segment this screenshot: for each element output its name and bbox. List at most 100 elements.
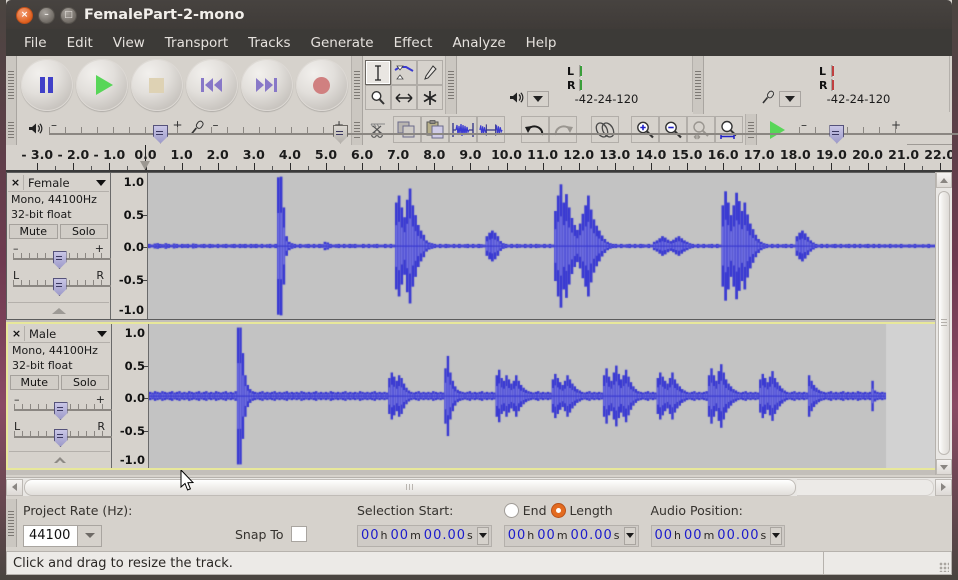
fit-selection-button[interactable]	[687, 116, 715, 143]
menu-effect[interactable]: Effect	[384, 32, 443, 54]
output-volume-thumb[interactable]	[153, 124, 169, 144]
copy-button[interactable]	[393, 116, 421, 143]
length-radio[interactable]	[550, 503, 566, 518]
gain-thumb[interactable]	[52, 251, 67, 269]
playback-speed-thumb[interactable]	[829, 124, 845, 144]
vertical-ruler-male[interactable]: 1.0 0.5 0.0 -0.5 -1.0	[112, 324, 149, 468]
trim-audio-button[interactable]	[449, 116, 477, 143]
redo-button[interactable]	[549, 116, 577, 143]
menu-edit[interactable]: Edit	[57, 32, 103, 54]
silence-audio-button[interactable]	[477, 116, 505, 143]
output-device-dropdown[interactable]	[526, 90, 549, 107]
input-volume-slider[interactable]: – +	[209, 118, 958, 144]
close-track-button[interactable]: ×	[9, 326, 25, 341]
fit-project-button[interactable]	[715, 116, 743, 143]
vertical-ruler-female[interactable]: 1.0 0.5 0.0 -0.5 -1.0	[111, 173, 148, 319]
pause-button[interactable]	[20, 59, 73, 111]
scroll-up-button[interactable]	[936, 172, 952, 188]
pan-slider[interactable]: L R	[12, 420, 949, 447]
input-meter-toolbar[interactable]: L R -42 -24 -12 0	[704, 56, 950, 112]
stop-button[interactable]	[130, 59, 183, 111]
solo-button[interactable]: Solo	[59, 224, 108, 239]
envelope-tool-button[interactable]	[391, 60, 417, 85]
gain-slider[interactable]: – +	[12, 393, 949, 420]
pos-format-dropdown[interactable]	[770, 526, 783, 545]
timeline-ruler[interactable]: - 3.0- 2.0- 1.00.01.02.03.04.05.06.07.08…	[6, 145, 952, 172]
playback-speed-slider[interactable]: – +	[797, 118, 958, 144]
selection-length-field[interactable]: 00 h 00 m 00.00 s	[503, 524, 639, 547]
menu-transport[interactable]: Transport	[155, 32, 238, 54]
menu-file[interactable]: File	[14, 32, 57, 54]
maximize-window-button[interactable]: □	[60, 7, 77, 24]
vertical-scroll-thumb[interactable]	[938, 191, 950, 455]
vertical-scrollbar[interactable]	[935, 172, 952, 475]
output-meter-toolbar[interactable]: L R -42 -24 -12 0	[457, 56, 693, 112]
end-radio[interactable]	[503, 503, 519, 518]
skip-to-end-button[interactable]	[240, 59, 293, 111]
scroll-down-button[interactable]	[936, 459, 952, 475]
zoom-out-button[interactable]	[659, 116, 687, 143]
meter-output-toolbar-grabber[interactable]	[446, 56, 457, 114]
play-at-speed-button[interactable]	[759, 116, 793, 143]
skip-to-start-button[interactable]	[185, 59, 238, 111]
waveform-female[interactable]	[148, 173, 940, 319]
mixer-toolbar-grabber[interactable]	[6, 114, 17, 145]
menu-analyze[interactable]: Analyze	[442, 32, 515, 54]
paste-button[interactable]	[421, 116, 449, 143]
zoom-tool-button[interactable]	[365, 85, 391, 110]
draw-tool-button[interactable]	[417, 60, 443, 85]
track-collapse-handle-female[interactable]	[8, 302, 109, 318]
horizontal-scroll-thumb[interactable]	[24, 478, 796, 496]
sel-len-format-dropdown[interactable]	[623, 526, 636, 545]
menu-tracks[interactable]: Tracks	[238, 32, 300, 54]
gain-slider[interactable]: – +	[11, 242, 948, 269]
horizontal-scrollbar[interactable]	[6, 477, 952, 496]
pan-slider[interactable]: L R	[11, 269, 948, 296]
timeshift-tool-button[interactable]	[391, 85, 417, 110]
pan-thumb[interactable]	[53, 429, 68, 447]
sync-lock-button[interactable]	[591, 116, 619, 143]
track-female[interactable]: × Female Mono, 44100Hz 32-bit float Mute…	[6, 172, 948, 320]
zoom-in-button[interactable]	[631, 116, 659, 143]
close-track-button[interactable]: ×	[8, 175, 24, 190]
menu-view[interactable]: View	[103, 32, 155, 54]
selection-toolbar-grabber[interactable]	[6, 499, 17, 547]
project-rate-dropdown[interactable]	[78, 524, 102, 547]
undo-button[interactable]	[521, 116, 549, 143]
cut-button[interactable]	[365, 116, 393, 143]
horizontal-scroll-track[interactable]	[797, 478, 934, 496]
solo-button[interactable]: Solo	[60, 375, 109, 390]
mute-button[interactable]: Mute	[9, 224, 58, 239]
gain-thumb[interactable]	[53, 402, 68, 420]
menu-help[interactable]: Help	[516, 32, 567, 54]
sel-start-format-dropdown[interactable]	[476, 526, 489, 545]
scroll-left-button[interactable]	[6, 478, 23, 496]
track-collapse-handle-male[interactable]	[9, 451, 110, 467]
track-menu-button[interactable]	[94, 330, 110, 337]
close-window-button[interactable]: ×	[16, 7, 33, 24]
scroll-right-button[interactable]	[935, 478, 952, 496]
minimize-window-button[interactable]: –	[38, 7, 55, 24]
snap-to-checkbox[interactable]	[290, 526, 307, 542]
menu-generate[interactable]: Generate	[301, 32, 384, 54]
play-button[interactable]	[75, 59, 128, 111]
output-volume-slider[interactable]: – +	[47, 118, 958, 144]
selection-start-field[interactable]: 00 h 00 m 00.00 s	[357, 524, 492, 547]
tools-toolbar-grabber[interactable]	[352, 56, 363, 114]
input-device-dropdown[interactable]	[778, 90, 801, 107]
waveform-male[interactable]	[149, 324, 939, 468]
edit-toolbar-grabber[interactable]	[352, 114, 363, 145]
input-volume-thumb[interactable]	[333, 124, 348, 144]
selection-tool-button[interactable]	[365, 60, 391, 85]
pan-thumb[interactable]	[52, 278, 67, 296]
multi-tool-button[interactable]	[417, 85, 443, 110]
transport-toolbar-grabber[interactable]	[6, 56, 17, 114]
audio-position-field[interactable]: 00 h 00 m 00.00 s	[650, 524, 786, 547]
mute-button[interactable]: Mute	[10, 375, 59, 390]
meter-input-toolbar-grabber[interactable]	[693, 56, 704, 114]
playspeed-toolbar-grabber[interactable]	[746, 114, 757, 145]
project-rate-value[interactable]: 44100	[23, 524, 78, 547]
record-button[interactable]	[295, 59, 348, 111]
track-male[interactable]: × Male Mono, 44100Hz 32-bit float Mute S…	[6, 322, 949, 470]
track-menu-button[interactable]	[93, 179, 109, 186]
